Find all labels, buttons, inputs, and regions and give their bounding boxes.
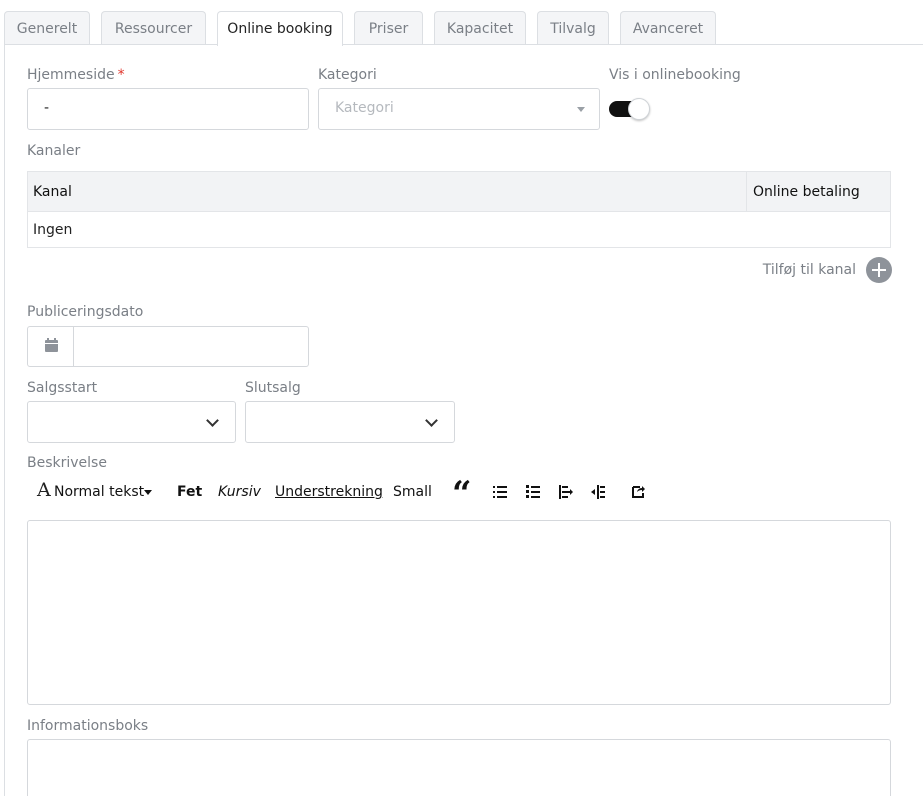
format-dropdown[interactable]: Normal tekst [54,484,144,500]
quote-icon[interactable]: “ [452,474,472,514]
category-label: Kategori [318,67,377,83]
calendar-icon [45,338,58,352]
infobox-label: Informationsboks [27,718,149,734]
caret-down-icon[interactable] [144,490,152,495]
website-label: Hjemmeside * [27,67,125,83]
chevron-down-icon [425,414,438,427]
required-mark: * [117,67,125,83]
indent-icon[interactable] [558,484,574,500]
numbered-list-icon[interactable] [525,484,541,500]
add-channel-button[interactable]: Tilføj til kanal [700,257,892,283]
tab-generelt[interactable]: Generelt [4,11,90,45]
show-online-label: Vis i onlinebooking [609,67,741,83]
website-input-value: - [44,100,50,116]
tab-online-booking[interactable]: Online booking [217,11,343,46]
underline-button[interactable]: Understrekning [275,484,383,500]
italic-button[interactable]: Kursiv [218,484,261,500]
plus-circle-icon[interactable] [866,257,892,283]
publish-date-label: Publiceringsdato [27,304,144,320]
sales-end-select[interactable] [245,401,455,443]
outdent-icon[interactable] [590,484,606,500]
format-icon[interactable]: A [37,479,51,501]
redo-icon[interactable] [630,484,646,500]
toggle-knob [628,98,650,120]
calendar-button[interactable] [28,327,74,366]
channels-label: Kanaler [27,143,81,159]
column-divider [746,172,747,212]
channels-table: Kanal Online betaling Ingen [27,171,891,248]
infobox-editor[interactable] [27,739,891,796]
tab-bar: Generelt Ressourcer Online booking Prise… [0,0,923,46]
description-label: Beskrivelse [27,455,107,471]
editor-toolbar: A Normal tekst Fet Kursiv Understrekning… [27,474,891,514]
tab-avanceret[interactable]: Avanceret [620,11,716,45]
tab-tilvalg[interactable]: Tilvalg [537,11,609,45]
category-placeholder: Kategori [335,100,394,116]
website-input[interactable]: - [27,88,309,130]
tab-ressourcer[interactable]: Ressourcer [101,11,206,45]
chevron-down-icon [206,414,219,427]
bullet-list-icon[interactable] [492,484,508,500]
sales-start-label: Salgsstart [27,380,98,396]
sales-start-select[interactable] [27,401,236,443]
tab-kapacitet[interactable]: Kapacitet [434,11,526,45]
publish-date-field[interactable] [27,326,309,367]
bold-button[interactable]: Fet [177,484,202,500]
description-editor[interactable] [27,520,891,705]
tab-priser[interactable]: Priser [354,11,423,45]
column-header-online-betaling: Online betaling [753,184,860,200]
caret-down-icon [577,107,585,112]
add-channel-label: Tilføj til kanal [762,262,856,278]
small-button[interactable]: Small [393,484,432,500]
column-header-kanal: Kanal [33,184,72,200]
sales-end-label: Slutsalg [245,380,301,396]
show-online-toggle[interactable] [609,98,651,120]
table-empty-row: Ingen [33,222,73,238]
channels-table-header: Kanal Online betaling [28,172,890,212]
category-select[interactable]: Kategori [318,88,600,130]
